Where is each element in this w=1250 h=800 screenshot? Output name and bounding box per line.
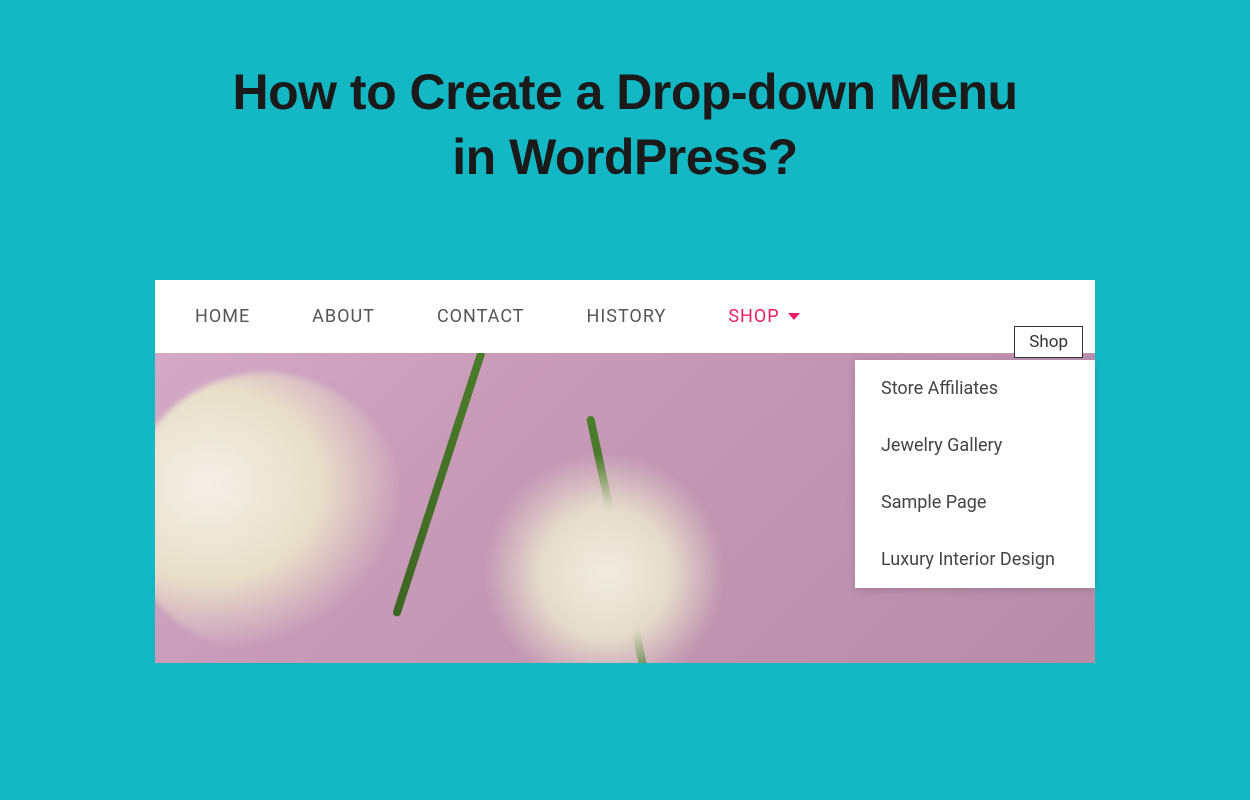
flower-stem [392, 353, 486, 617]
page-title: How to Create a Drop-down Menu in WordPr… [0, 0, 1250, 190]
dropdown-item-sample-page[interactable]: Sample Page [855, 474, 1095, 531]
dropdown-item-luxury-interior[interactable]: Luxury Interior Design [855, 531, 1095, 588]
title-line1: How to Create a Drop-down Menu [233, 64, 1018, 120]
shop-dropdown: Shop Store Affiliates Jewelry Gallery Sa… [855, 360, 1095, 588]
main-navbar: HOME ABOUT CONTACT HISTORY SHOP [155, 280, 1095, 353]
caret-down-icon [788, 313, 800, 320]
flower-stem [586, 415, 652, 663]
nav-item-shop[interactable]: SHOP [728, 306, 799, 327]
dropdown-item-store-affiliates[interactable]: Store Affiliates [855, 360, 1095, 417]
nav-item-about[interactable]: ABOUT [312, 306, 375, 327]
dropdown-item-jewelry-gallery[interactable]: Jewelry Gallery [855, 417, 1095, 474]
tooltip: Shop [1014, 326, 1083, 358]
nav-item-history[interactable]: HISTORY [587, 306, 667, 327]
demo-screenshot: HOME ABOUT CONTACT HISTORY SHOP Shop Sto… [155, 280, 1095, 663]
nav-item-contact[interactable]: CONTACT [437, 306, 525, 327]
nav-item-shop-label: SHOP [728, 306, 779, 327]
title-line2: in WordPress? [452, 129, 797, 185]
nav-item-home[interactable]: HOME [195, 306, 250, 327]
